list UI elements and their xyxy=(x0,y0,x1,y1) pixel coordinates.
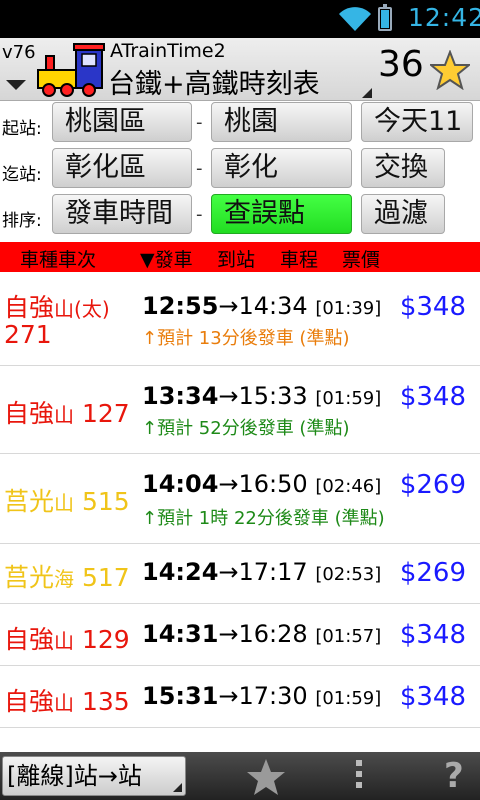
table-row[interactable]: 自強山 127 13:34→15:33 [01:59] $348 ↑預計 52分… xyxy=(0,366,480,454)
header-fare[interactable]: 票價 xyxy=(342,245,380,272)
train-type: 自強山 127 xyxy=(4,399,130,428)
header-duration[interactable]: 車程 xyxy=(280,245,318,272)
train-times: 14:04→16:50 [02:46] xyxy=(142,470,382,498)
sort-button[interactable]: 發車時間 xyxy=(52,194,192,234)
train-price: $348 xyxy=(399,682,466,712)
wifi-icon xyxy=(339,7,371,31)
offline-mode-label: [離線]站→站 xyxy=(7,762,142,790)
from-station-button[interactable]: 桃園 xyxy=(211,102,352,142)
filter-button[interactable]: 過濾 xyxy=(361,194,445,234)
offline-mode-button[interactable]: [離線]站→站 xyxy=(2,756,186,796)
sort-dash: - xyxy=(196,204,203,225)
train-times: 12:55→14:34 [01:39] xyxy=(142,292,382,320)
train-price: $269 xyxy=(399,470,466,500)
header-train[interactable]: 車種車次 xyxy=(20,245,96,272)
table-header: 車種車次 ▼發車 到站 車程 票價 xyxy=(0,242,480,272)
status-bar: 12:42 xyxy=(0,0,480,38)
from-row: 起站: 桃園區 - 桃園 今天11 xyxy=(0,100,480,148)
sort-row: 排序: 發車時間 - 查誤點 過濾 xyxy=(0,192,480,240)
header-depart[interactable]: ▼發車 xyxy=(140,245,193,272)
train-type: 自強山(太) xyxy=(4,293,110,322)
train-number: 271 xyxy=(4,320,52,349)
table-row[interactable]: 莒光山 515 14:04→16:50 [02:46] $269 ↑預計 1時 … xyxy=(0,454,480,544)
app-version: v76 xyxy=(2,42,36,63)
train-type: 自強山 129 xyxy=(4,625,130,654)
overflow-menu-icon[interactable] xyxy=(356,760,364,794)
table-row[interactable]: 自強山 129 14:31→16:28 [01:57] $348 xyxy=(0,604,480,666)
train-times: 14:31→16:28 [01:57] xyxy=(142,620,382,648)
table-row[interactable]: 莒光海 517 14:24→17:17 [02:53] $269 xyxy=(0,544,480,604)
dropdown-corner-icon xyxy=(173,783,182,792)
to-dash: - xyxy=(196,158,203,179)
from-label: 起站: xyxy=(2,119,42,139)
favorites-star-icon[interactable] xyxy=(246,758,286,796)
train-price: $348 xyxy=(399,620,466,650)
table-row[interactable]: 自強山(太) 271 12:55→14:34 [01:39] $348 ↑預計 … xyxy=(0,272,480,366)
app-name: ATrainTime2 xyxy=(110,40,226,62)
battery-icon xyxy=(378,4,392,31)
header-arrive[interactable]: 到站 xyxy=(217,245,255,272)
train-type: 自強山 135 xyxy=(4,687,130,716)
check-delay-button[interactable]: 查誤點 xyxy=(211,194,352,234)
train-type: 莒光山 515 xyxy=(4,487,130,516)
train-times: 15:31→17:30 [01:59] xyxy=(142,682,382,710)
app-title: 台鐵+高鐵時刻表 xyxy=(108,69,320,100)
bottom-bar: [離線]站→站 ? xyxy=(0,752,480,800)
help-icon[interactable]: ? xyxy=(444,756,464,796)
train-status: ↑預計 1時 22分後發車 (準點) xyxy=(142,508,385,529)
train-times: 14:24→17:17 [02:53] xyxy=(142,558,382,586)
train-times: 13:34→15:33 [01:59] xyxy=(142,382,382,410)
to-label: 迄站: xyxy=(2,165,42,185)
table-row[interactable]: 自強山 135 15:31→17:30 [01:59] $348 xyxy=(0,666,480,728)
train-price: $348 xyxy=(399,292,466,322)
train-price: $269 xyxy=(399,558,466,588)
to-region-button[interactable]: 彰化區 xyxy=(52,148,192,188)
train-status: ↑預計 13分後發車 (準點) xyxy=(142,328,350,349)
train-price: $348 xyxy=(399,382,466,412)
to-station-button[interactable]: 彰化 xyxy=(211,148,352,188)
favorites-count: 36 xyxy=(378,44,424,85)
to-row: 迄站: 彰化區 - 彰化 交換 xyxy=(0,146,480,194)
train-type: 莒光海 517 xyxy=(4,563,130,592)
menu-chevron-icon[interactable] xyxy=(6,80,26,90)
date-button[interactable]: 今天11 xyxy=(361,102,473,142)
swap-button[interactable]: 交換 xyxy=(361,148,445,188)
train-logo-icon xyxy=(37,43,105,97)
title-dropdown-indicator-icon[interactable] xyxy=(362,88,372,98)
sort-label: 排序: xyxy=(2,211,42,231)
train-status: ↑預計 52分後發車 (準點) xyxy=(142,418,350,439)
title-bar: v76 ATrainTime2 台鐵+高鐵時刻表 36 xyxy=(0,38,480,101)
from-dash: - xyxy=(196,112,203,133)
from-region-button[interactable]: 桃園區 xyxy=(52,102,192,142)
favorite-star-icon[interactable] xyxy=(430,50,470,90)
status-clock: 12:42 xyxy=(408,3,480,32)
